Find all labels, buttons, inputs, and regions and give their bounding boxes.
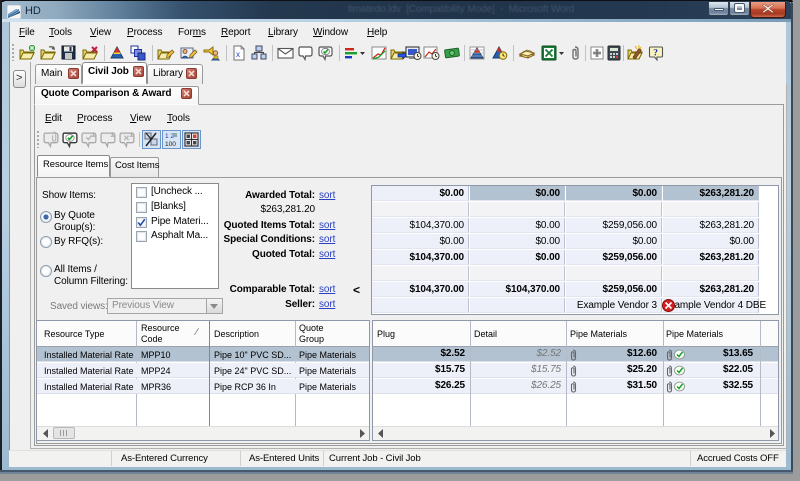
svg-text:100: 100 [165,141,176,148]
svg-text:?: ? [653,49,658,59]
svg-text:x: x [236,50,240,59]
